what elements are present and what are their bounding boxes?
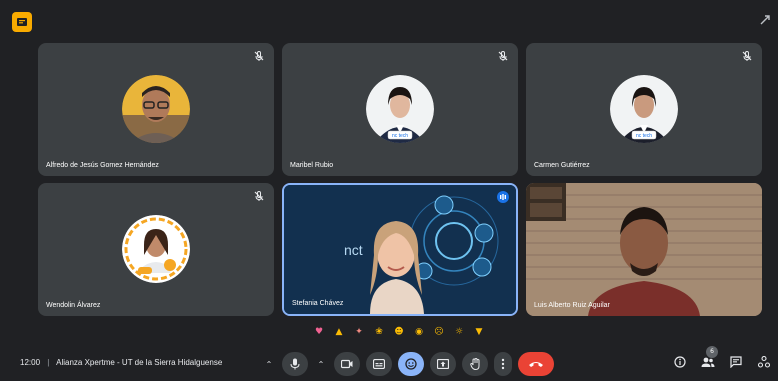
participant-name: Luis Alberto Ruiz Aguilar (534, 302, 610, 309)
mic-off-icon (254, 191, 264, 201)
smiley-icon (405, 358, 417, 370)
captions-button[interactable] (366, 352, 392, 376)
info-icon (674, 356, 686, 368)
side-panel-controls: 6 (672, 346, 772, 370)
participant-grid: Alfredo de Jesús Gomez Hernández nc tech… (38, 43, 763, 316)
participant-name: Wendolin Álvarez (46, 302, 101, 309)
surprised-face-icon[interactable]: ◉ (411, 324, 427, 340)
app-badge[interactable] (12, 12, 32, 32)
activities-icon (758, 356, 770, 368)
captions-icon (373, 359, 385, 369)
meeting-details: 12:00 | Alianza Xpertme - UT de la Sierr… (20, 358, 222, 367)
participant-name: Maribel Rubio (290, 162, 334, 169)
meet-app-icon (17, 18, 27, 26)
people-button[interactable]: 6 (700, 346, 718, 370)
camera-options-button[interactable]: ⌃ (314, 352, 328, 376)
participant-tile[interactable]: nc tech Carmen Gutiérrez (526, 43, 762, 176)
meeting-title: Alianza Xpertme - UT de la Sierra Hidalg… (56, 358, 223, 367)
mic-options-button[interactable]: ⌃ (262, 352, 276, 376)
clapping-hands-icon[interactable]: ❀ (371, 324, 387, 340)
participant-tile[interactable]: nc tech Maribel Rubio (282, 43, 518, 176)
expand-icon[interactable] (758, 14, 772, 28)
party-popper-icon[interactable]: ✦ (351, 324, 367, 340)
present-button[interactable] (430, 352, 456, 376)
activities-button[interactable] (756, 354, 772, 370)
speaking-indicator-icon (497, 191, 509, 203)
avatar: nc tech (366, 75, 434, 143)
reaction-bar: ♥ ▲ ✦ ❀ ☻ ◉ ☹ ☼ ▼ (307, 322, 491, 342)
top-bar (0, 0, 778, 40)
microphone-icon (290, 358, 300, 370)
company-logo-text: nc tech (636, 133, 652, 139)
company-logo-text: nc tech (392, 133, 408, 139)
camera-icon (341, 359, 353, 369)
separator: | (47, 358, 50, 367)
crying-face-icon[interactable]: ☹ (431, 324, 447, 340)
chevron-up-icon: ⌃ (317, 359, 325, 369)
present-screen-icon (437, 359, 449, 369)
presentation-logo-text: nct (344, 242, 363, 258)
video-feed: nct (284, 185, 516, 314)
chat-icon (730, 356, 742, 368)
avatar (122, 75, 190, 143)
thinking-face-icon[interactable]: ☼ (451, 324, 467, 340)
meeting-time: 12:00 (20, 358, 41, 367)
emoji-button[interactable] (398, 352, 424, 376)
mic-off-icon (254, 51, 264, 61)
call-controls: ⌃ ⌃ (262, 351, 554, 377)
participant-tile-active-speaker[interactable]: nct Stefania Chávez (282, 183, 518, 316)
chevron-up-icon: ⌃ (265, 359, 273, 369)
participant-name: Carmen Gutiérrez (534, 162, 590, 169)
participant-name: Stefania Chávez (292, 300, 344, 307)
sparkling-heart-icon[interactable]: ♥ (311, 324, 327, 340)
bottom-bar: 12:00 | Alianza Xpertme - UT de la Sierr… (0, 346, 778, 381)
more-vert-icon (501, 358, 505, 370)
mic-off-icon (742, 51, 752, 61)
camera-button[interactable] (334, 352, 360, 376)
participant-name: Alfredo de Jesús Gomez Hernández (46, 162, 159, 169)
microphone-button[interactable] (282, 352, 308, 376)
video-feed (526, 183, 762, 316)
end-call-button[interactable] (518, 352, 554, 376)
laughing-face-icon[interactable]: ☻ (391, 324, 407, 340)
participant-tile[interactable]: Wendolin Álvarez (38, 183, 274, 316)
participant-tile[interactable]: Alfredo de Jesús Gomez Hernández (38, 43, 274, 176)
thumbs-up-icon[interactable]: ▲ (331, 324, 347, 340)
phone-hangup-icon (529, 362, 543, 367)
mic-off-icon (498, 51, 508, 61)
hand-icon (469, 358, 479, 370)
thumbs-down-icon[interactable]: ▼ (471, 324, 487, 340)
people-count-badge: 6 (706, 346, 718, 358)
meeting-info-button[interactable] (672, 354, 688, 370)
avatar (122, 215, 190, 283)
more-options-button[interactable] (494, 352, 512, 376)
chat-button[interactable] (728, 354, 744, 370)
avatar: nc tech (610, 75, 678, 143)
raise-hand-button[interactable] (462, 352, 488, 376)
participant-tile[interactable]: Luis Alberto Ruiz Aguilar (526, 183, 762, 316)
